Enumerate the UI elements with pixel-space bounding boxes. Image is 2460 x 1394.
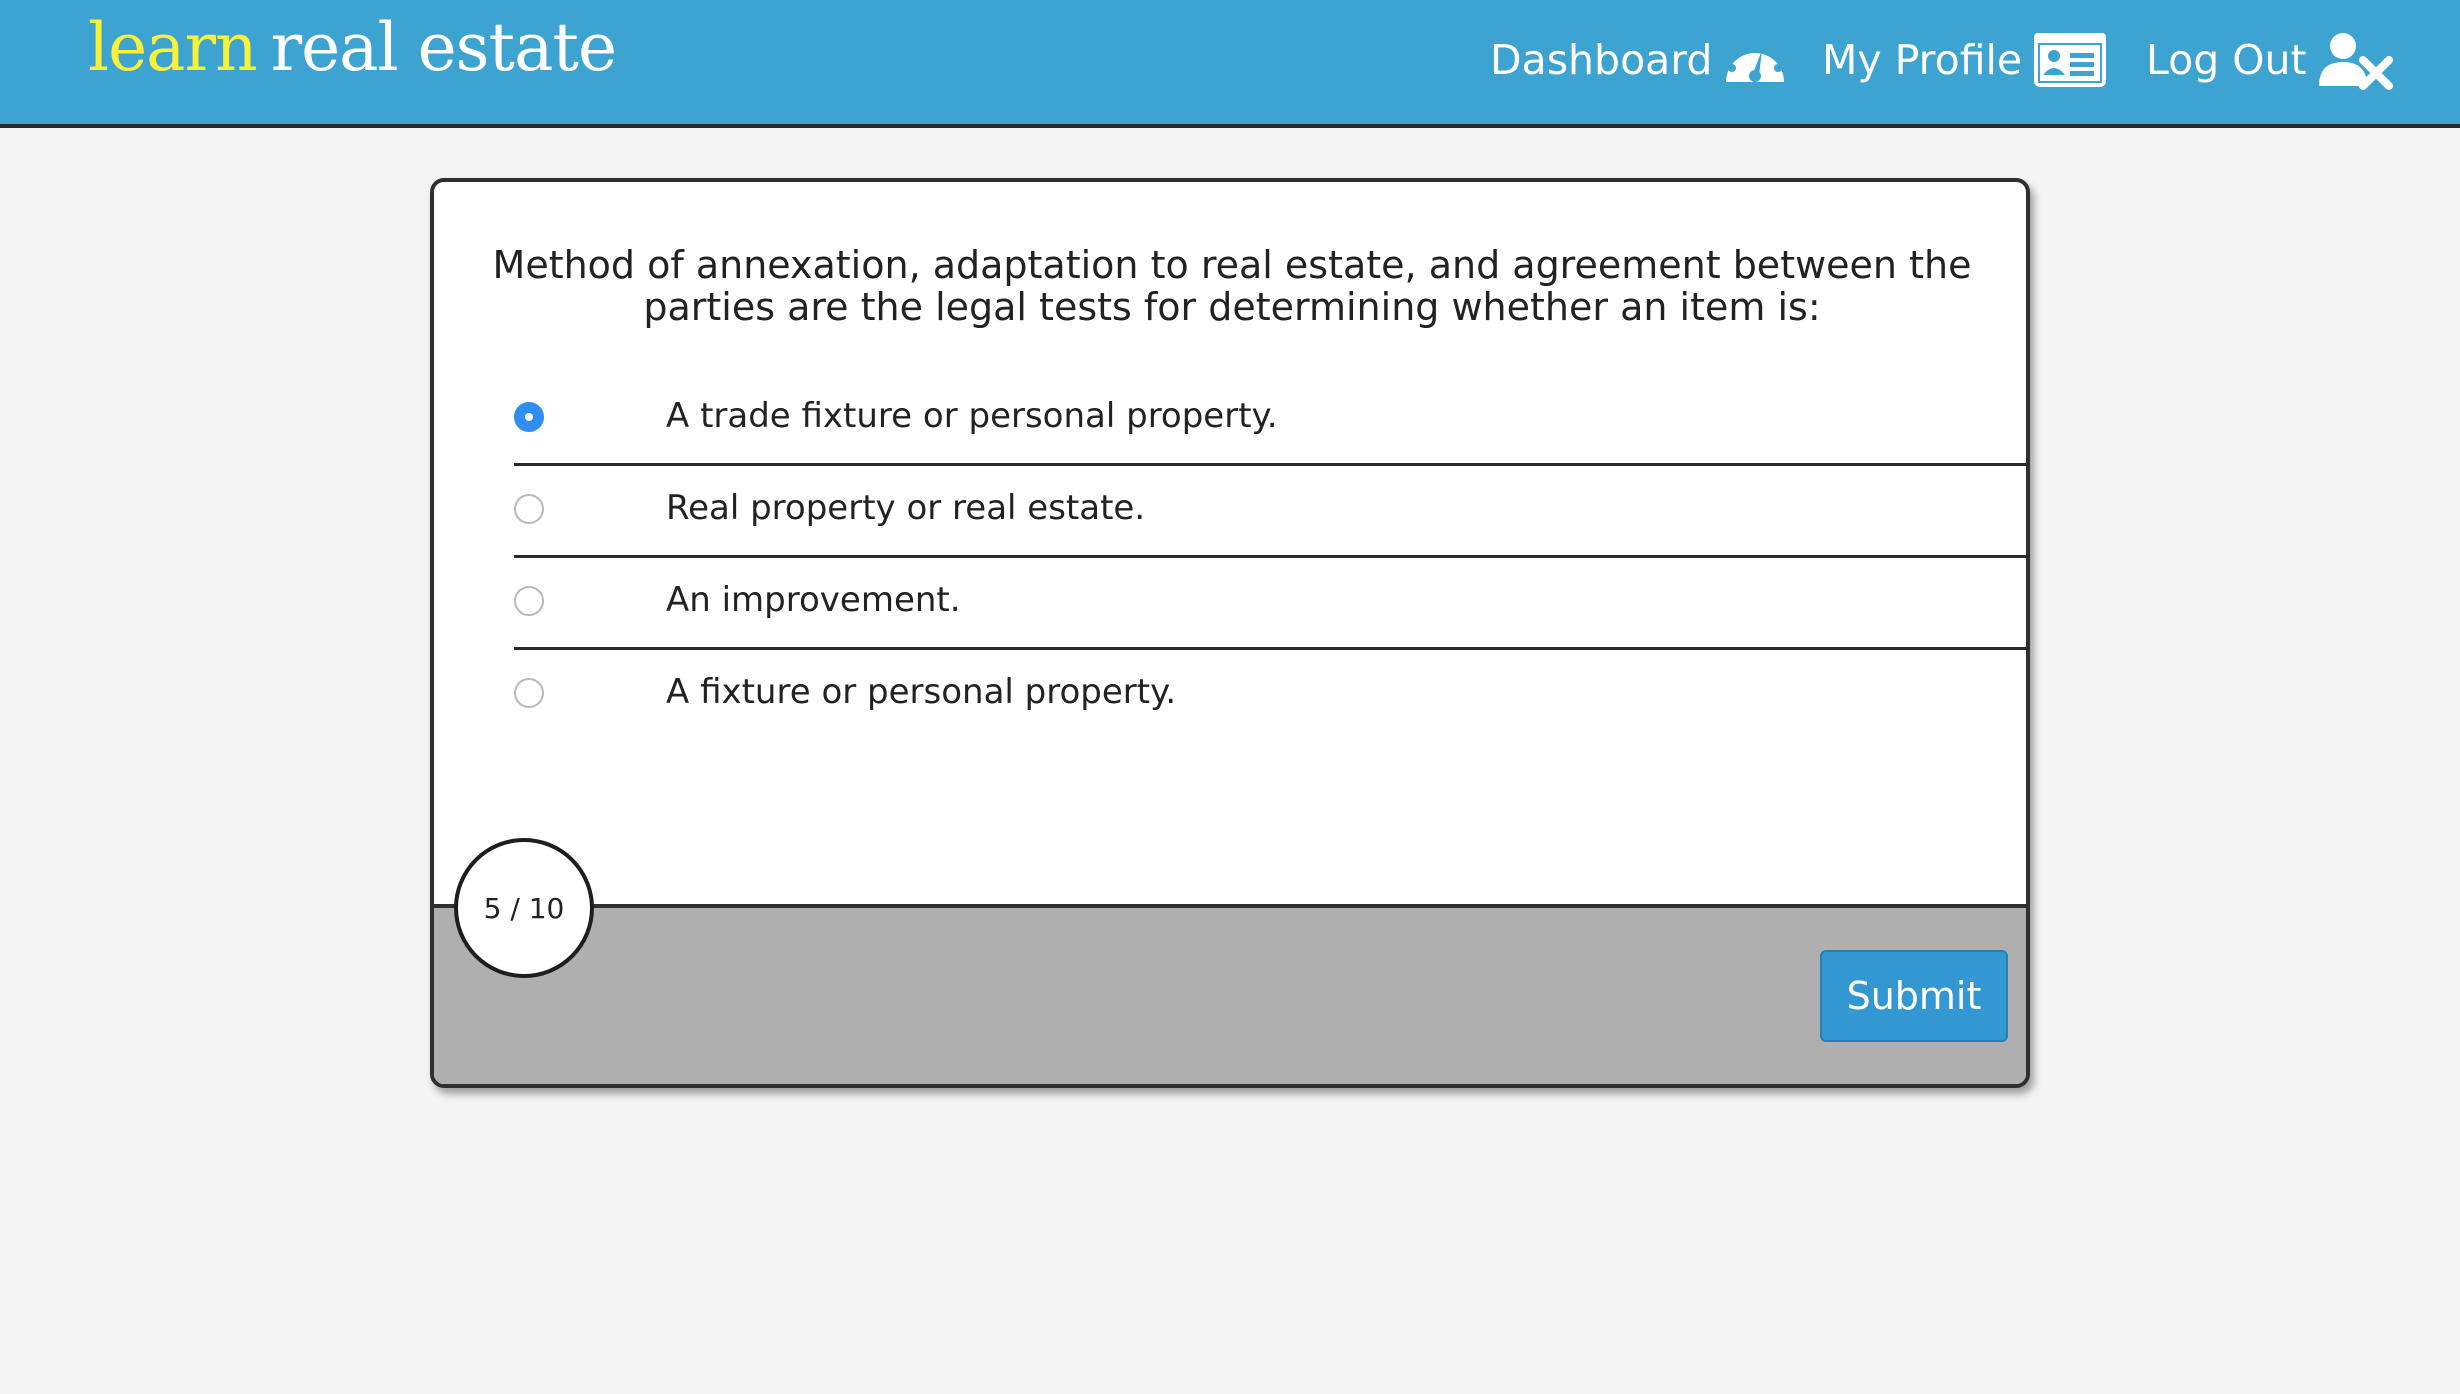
- dashboard-gauge-icon: [1722, 32, 1788, 88]
- submit-button[interactable]: Submit: [1820, 950, 2008, 1042]
- nav-dashboard-label: Dashboard: [1490, 36, 1713, 84]
- site-logo[interactable]: learn real estate: [88, 8, 617, 88]
- id-card-icon: [2032, 31, 2108, 89]
- quiz-footer: [434, 904, 2026, 1084]
- answer-option-label: A trade fixture or personal property.: [666, 396, 1278, 436]
- radio-button[interactable]: [514, 494, 544, 524]
- logo-learn-text: learn: [88, 9, 258, 86]
- logo-real-estate-text: real estate: [270, 9, 617, 86]
- question-text: Method of annexation, adaptation to real…: [492, 243, 1972, 329]
- answer-option-label: Real property or real estate.: [666, 488, 1146, 528]
- answer-option[interactable]: A fixture or personal property.: [514, 650, 2030, 742]
- question-progress-badge: 5 / 10: [454, 838, 594, 978]
- answer-option-label: An improvement.: [666, 580, 961, 620]
- answer-option[interactable]: Real property or real estate.: [514, 466, 2030, 558]
- nav-logout-label: Log Out: [2146, 36, 2307, 84]
- answer-option[interactable]: An improvement.: [514, 558, 2030, 650]
- radio-button[interactable]: [514, 586, 544, 616]
- answer-option[interactable]: A trade fixture or personal property.: [514, 374, 2030, 466]
- radio-button[interactable]: [514, 678, 544, 708]
- top-header: learn real estate Dashboard My Profile L…: [0, 0, 2460, 128]
- nav-profile-label: My Profile: [1822, 36, 2023, 84]
- quiz-card: Method of annexation, adaptation to real…: [430, 178, 2030, 1088]
- radio-button-selected[interactable]: [514, 402, 544, 432]
- nav-log-out-link[interactable]: Log Out: [2146, 24, 2395, 96]
- nav-dashboard-link[interactable]: Dashboard: [1490, 24, 1788, 96]
- nav-my-profile-link[interactable]: My Profile: [1822, 24, 2108, 96]
- answer-option-label: A fixture or personal property.: [666, 672, 1177, 712]
- answer-options: A trade fixture or personal property. Re…: [514, 374, 2030, 742]
- user-x-icon: [2317, 30, 2395, 90]
